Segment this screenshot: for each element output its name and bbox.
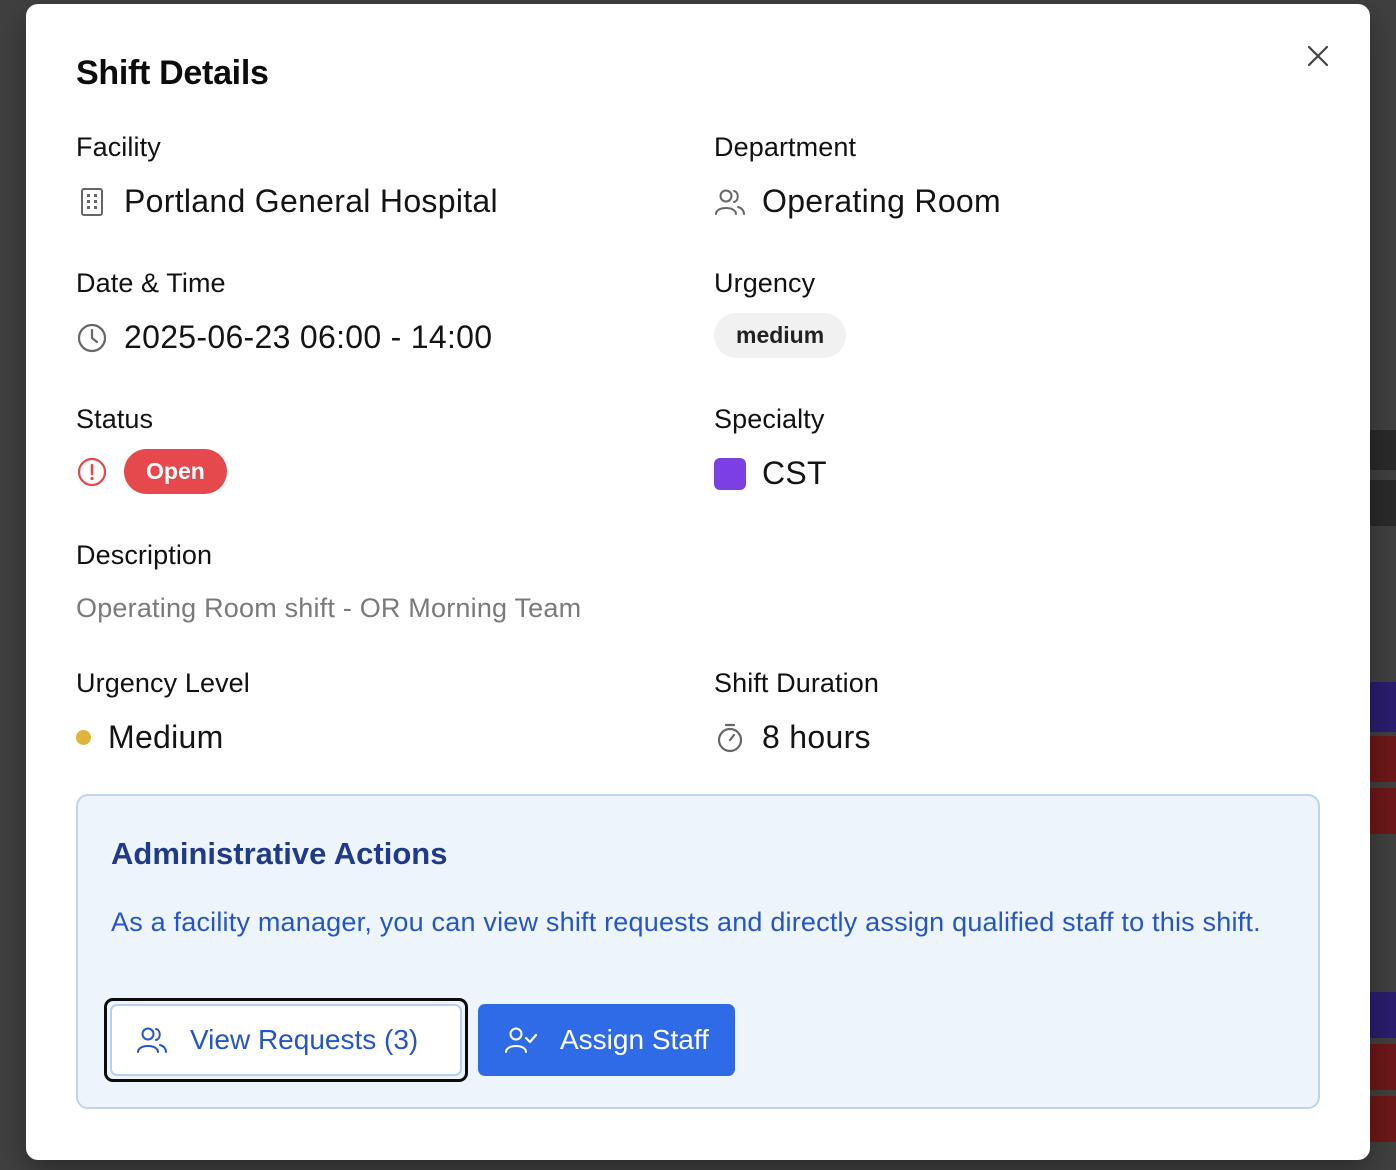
description-field: Description Operating Room shift - OR Mo… — [76, 540, 581, 624]
facility-field: Facility Portland General Hospital — [76, 132, 498, 220]
facility-label: Facility — [76, 132, 161, 162]
specialty-field: Specialty CST — [714, 404, 827, 492]
urgency-field: Urgency medium — [714, 268, 847, 358]
datetime-value: 2025-06-23 06:00 - 14:00 — [124, 319, 493, 355]
view-requests-button[interactable]: View Requests (3) — [110, 1004, 462, 1076]
background-calendar-cell — [1366, 480, 1396, 526]
admin-actions-title: Administrative Actions — [111, 836, 448, 871]
department-value: Operating Room — [762, 183, 1001, 219]
close-button[interactable] — [1302, 40, 1334, 72]
department-field: Department Operating Room — [714, 132, 1001, 220]
urgency-badge: medium — [714, 313, 847, 358]
shift-details-modal: Shift Details Facility Portland General … — [26, 4, 1370, 1160]
background-calendar-cell — [1366, 1096, 1396, 1142]
urgency-label: Urgency — [714, 268, 816, 298]
background-calendar-cell — [1366, 992, 1396, 1038]
users-icon — [136, 1026, 168, 1054]
close-icon — [1307, 45, 1329, 67]
admin-actions-description: As a facility manager, you can view shif… — [111, 907, 1261, 937]
background-calendar-cell — [1366, 1044, 1396, 1090]
shift-duration-label: Shift Duration — [714, 668, 879, 698]
urgency-level-dot — [76, 730, 91, 745]
shift-duration-value: 8 hours — [762, 719, 871, 755]
status-field: Status Open — [76, 404, 227, 494]
datetime-label: Date & Time — [76, 268, 226, 298]
status-label: Status — [76, 404, 154, 434]
status-badge: Open — [124, 449, 227, 494]
user-check-icon — [504, 1026, 538, 1054]
specialty-label: Specialty — [714, 404, 825, 434]
department-label: Department — [714, 132, 857, 162]
background-calendar-cell — [1366, 736, 1396, 782]
background-calendar-cell — [1366, 430, 1396, 470]
clock-icon — [76, 323, 108, 353]
description-label: Description — [76, 540, 213, 570]
background-calendar-cell — [1366, 788, 1396, 834]
background-calendar-cell — [1366, 682, 1396, 732]
users-icon — [714, 188, 746, 216]
datetime-field: Date & Time 2025-06-23 06:00 - 14:00 — [76, 268, 492, 356]
alert-circle-icon — [76, 457, 108, 487]
administrative-actions-panel: Administrative Actions As a facility man… — [76, 794, 1320, 1109]
assign-staff-button[interactable]: Assign Staff — [478, 1004, 735, 1076]
building-icon — [76, 187, 108, 217]
specialty-value: CST — [762, 455, 827, 491]
assign-staff-label: Assign Staff — [560, 1024, 709, 1055]
timer-icon — [714, 722, 746, 754]
modal-title: Shift Details — [76, 54, 269, 92]
urgency-level-field: Urgency Level Medium — [76, 668, 250, 756]
urgency-level-label: Urgency Level — [76, 668, 250, 698]
view-requests-label: View Requests (3) — [190, 1024, 419, 1055]
description-value: Operating Room shift - OR Morning Team — [76, 593, 582, 623]
facility-value: Portland General Hospital — [124, 183, 498, 219]
admin-button-row: View Requests (3) Assign Staff — [104, 998, 735, 1082]
focus-ring: View Requests (3) — [104, 998, 468, 1082]
urgency-level-value: Medium — [108, 719, 224, 755]
shift-duration-field: Shift Duration 8 hours — [714, 668, 879, 756]
specialty-color-swatch — [714, 457, 746, 490]
